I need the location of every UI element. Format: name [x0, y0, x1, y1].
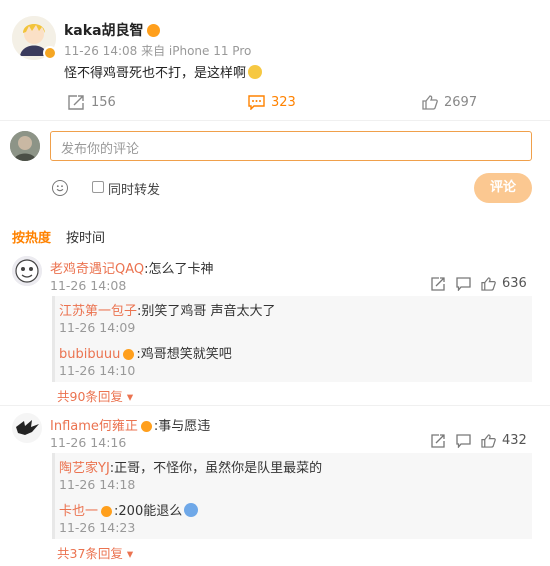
comment-2-like-count: 432: [502, 433, 527, 448]
reply-line: 卡也一 :200能退么: [59, 500, 199, 519]
comment-input-placeholder: 发布你的评论: [61, 142, 140, 157]
comment-1-actions: 636: [431, 276, 527, 291]
member-level-icon: [101, 506, 113, 517]
comment-1-like-count: 636: [502, 276, 527, 291]
reply-text: :鸡哥想笑就笑吧: [136, 347, 232, 362]
post-text: 怪不得鸡哥死也不打，是这样啊: [64, 62, 263, 81]
thumbs-up-icon[interactable]: [481, 433, 496, 448]
thumbs-up-icon: [422, 95, 438, 110]
emoji-icon: [184, 503, 199, 517]
reply-time: 11-26 14:23: [59, 520, 136, 535]
sort-by-time-tab[interactable]: 按时间: [66, 227, 105, 246]
comment-1-text: :怎么了卡神: [144, 262, 214, 277]
my-avatar: [10, 131, 40, 161]
comment-2-text: :事与愿违: [153, 419, 211, 434]
member-level-icon: [146, 24, 160, 37]
like-button[interactable]: 2697: [422, 95, 477, 110]
repost-checkbox-label[interactable]: 同时转发: [108, 179, 160, 198]
comment-1-time: 11-26 14:08: [50, 278, 127, 293]
comment-2-actions: 432: [431, 433, 527, 448]
repost-checkbox[interactable]: [92, 181, 104, 193]
member-level-icon: [140, 421, 152, 432]
repost-count: 156: [91, 95, 116, 110]
comment-icon[interactable]: [456, 433, 471, 448]
chevron-down-icon: ▾: [122, 546, 134, 561]
chevron-down-icon: ▾: [122, 389, 134, 404]
comment-2-line: Inflame何雍正 :事与愿违: [50, 415, 210, 434]
comment-icon: [248, 95, 265, 110]
reply-username[interactable]: 江苏第一包子: [59, 304, 137, 319]
comment-2-time: 11-26 14:16: [50, 435, 127, 450]
reply-line: bubibuuu :鸡哥想笑就笑吧: [59, 343, 232, 362]
comment-1-line: 老鸡奇遇记QAQ:怎么了卡神: [50, 258, 214, 277]
post-meta: 11-26 14:08 来自 iPhone 11 Pro: [64, 44, 252, 58]
comment-1-username[interactable]: 老鸡奇遇记QAQ: [50, 262, 144, 277]
reply-username[interactable]: bubibuuu: [59, 347, 120, 362]
like-count: 2697: [444, 95, 478, 110]
reply-line: 陶艺家YJ:正哥，不怪你，虽然你是队里最菜的: [59, 457, 322, 476]
member-level-icon: [123, 349, 135, 360]
repost-icon[interactable]: [431, 276, 446, 291]
emoji-picker-icon[interactable]: [52, 180, 68, 196]
thumbs-up-icon[interactable]: [481, 276, 496, 291]
post-author-name[interactable]: kaka胡良智: [64, 20, 160, 40]
reply-text: :正哥，不怪你，虽然你是队里最菜的: [109, 461, 323, 476]
comment-icon[interactable]: [456, 276, 471, 291]
reply-time: 11-26 14:09: [59, 320, 136, 335]
reply-text: :200能退么: [114, 504, 183, 519]
dizzy-face-emoji-icon: [248, 65, 263, 79]
divider: [0, 120, 550, 121]
commenter-avatar[interactable]: [12, 413, 42, 443]
reply-line: 江苏第一包子:别笑了鸡哥 声音太大了: [59, 300, 276, 319]
verified-badge-icon: [43, 46, 57, 60]
reply-bar: [52, 453, 55, 539]
comment-2-username[interactable]: Inflame何雍正: [50, 419, 138, 434]
repost-button[interactable]: 156: [68, 95, 116, 110]
reply-bar: [52, 296, 55, 382]
reply-username[interactable]: 陶艺家YJ: [59, 461, 110, 476]
commenter-avatar[interactable]: [12, 256, 42, 286]
repost-icon[interactable]: [431, 433, 446, 448]
comment-1-more-replies[interactable]: 共90条回复 ▾: [57, 386, 133, 405]
comment-button[interactable]: 323: [248, 95, 296, 110]
reply-time: 11-26 14:18: [59, 477, 136, 492]
submit-comment-button[interactable]: 评论: [474, 173, 532, 203]
reply-time: 11-26 14:10: [59, 363, 136, 378]
repost-icon: [68, 95, 84, 110]
divider: [0, 405, 550, 406]
comment-count: 323: [271, 95, 296, 110]
comment-2-more-replies[interactable]: 共37条回复 ▾: [57, 543, 133, 562]
reply-text: :别笑了鸡哥 声音太大了: [137, 304, 276, 319]
comment-input[interactable]: 发布你的评论: [50, 131, 532, 161]
sort-by-hot-tab[interactable]: 按热度: [12, 227, 51, 246]
reply-username[interactable]: 卡也一: [59, 504, 98, 519]
